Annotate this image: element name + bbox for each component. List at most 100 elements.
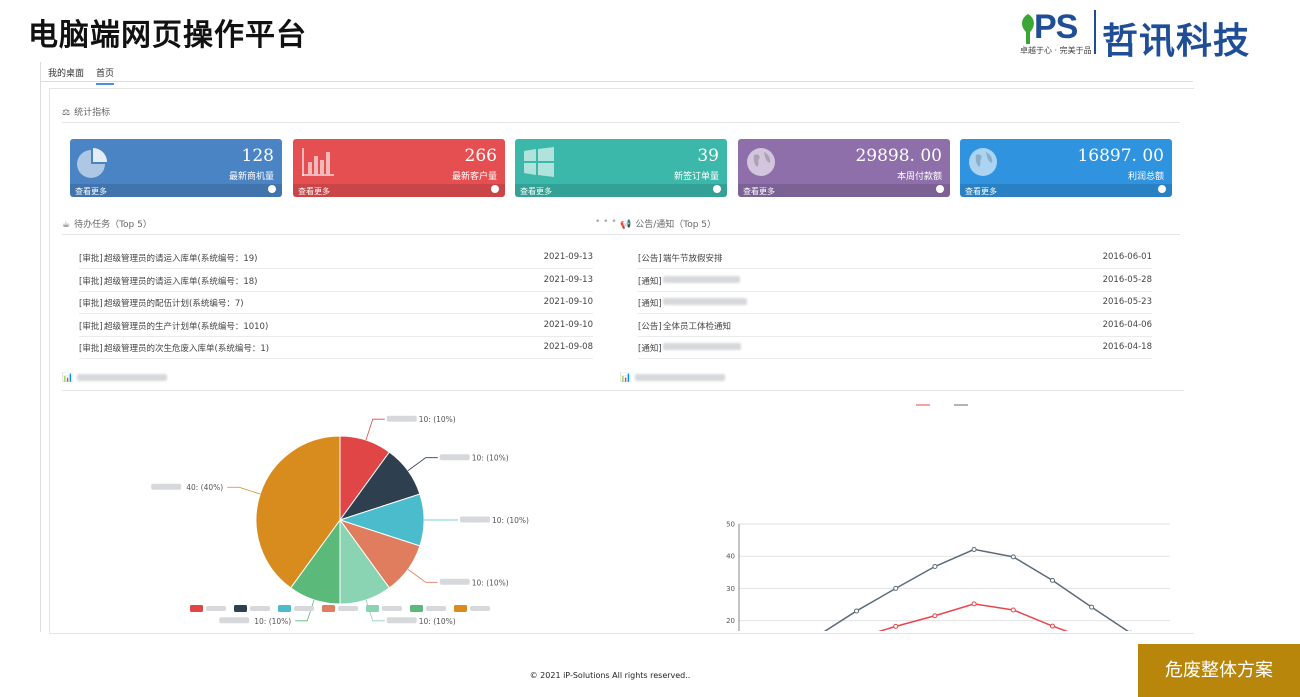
blurred-text [439, 454, 470, 461]
stat-value: 16897. 00 [1077, 146, 1164, 166]
tasks-row[interactable]: [审批] 超级管理员的请运入库单(系统编号：19) 2021-09-13 [79, 246, 593, 269]
notices-row[interactable]: [通知] 2016-04-18 [638, 336, 1152, 359]
legend-label-blurred [294, 606, 314, 611]
arrow-right-icon: ➜ [1158, 185, 1166, 193]
blurred-text [386, 617, 417, 624]
notices-title[interactable]: 全体员工体检通知 [663, 320, 731, 332]
tasks-title[interactable]: 超级管理员的请运入库单(系统编号：18) [104, 275, 257, 287]
data-point[interactable] [893, 623, 899, 629]
solution-badge[interactable]: 危废整体方案 [1138, 644, 1300, 697]
tasks-tag: [审批] [79, 254, 103, 264]
arrow-right-icon: ➜ [491, 185, 499, 193]
drag-handle[interactable]: • • • [595, 217, 617, 227]
stat-card-payments: 29898. 00 本周付款额 查看更多 ➜ [738, 139, 950, 197]
notices-tag: [通知] [638, 276, 662, 287]
legend-label-blurred [250, 606, 270, 611]
megaphone-icon: 📢 [620, 220, 632, 230]
data-point[interactable] [1089, 604, 1095, 610]
legend-swatch[interactable] [322, 605, 335, 612]
notices-date: 2016-06-01 [1102, 252, 1152, 262]
tasks-row[interactable]: [审批] 超级管理员的请运入库单(系统编号：18) 2021-09-13 [79, 269, 593, 292]
y-tick-label: 50 [726, 521, 735, 529]
view-more-link[interactable]: 查看更多 ➜ [960, 184, 1172, 197]
notices-row[interactable]: [公告] 全体员工体检通知 2016-04-06 [638, 314, 1152, 337]
view-more-link[interactable]: 查看更多 ➜ [70, 184, 282, 197]
bar-chart-icon [302, 148, 334, 176]
notices-row[interactable]: [公告] 端午节放假安排 2016-06-01 [638, 246, 1152, 269]
pie-chart-icon [77, 148, 107, 178]
stat-card-orders: 39 新签订单量 查看更多 ➜ [515, 139, 727, 197]
globe-icon [747, 148, 775, 176]
notices-row[interactable]: [通知] 2016-05-23 [638, 291, 1152, 314]
stats-section-title: ⚖ 统计指标 [62, 108, 111, 118]
legend-swatch[interactable] [410, 605, 423, 612]
stat-label: 新签订单量 [673, 172, 719, 182]
legend-label-blurred [426, 606, 446, 611]
view-more-link[interactable]: 查看更多 ➜ [738, 184, 950, 197]
legend-swatch[interactable] [278, 605, 291, 612]
data-point[interactable] [1049, 577, 1055, 583]
tasks-date: 2021-09-10 [543, 297, 593, 307]
legend-label-blurred [338, 606, 358, 611]
arrow-right-icon: ➜ [268, 185, 276, 193]
tasks-title[interactable]: 超级管理员的请运入库单(系统编号：19) [104, 252, 257, 264]
data-point[interactable] [971, 546, 977, 552]
notices-date: 2016-05-23 [1102, 297, 1152, 307]
series-line [823, 548, 1129, 631]
tasks-tag: [审批] [79, 344, 103, 354]
app-screenshot: 我的桌面 首页 ⚖ 统计指标 128 最新商机量 查看更多 ➜ 266 最新客户… [40, 62, 1194, 634]
notices-row[interactable]: [通知] 2016-05-28 [638, 269, 1152, 292]
stat-value: 29898. 00 [855, 146, 942, 166]
notices-title[interactable] [663, 297, 747, 307]
data-point[interactable] [854, 608, 860, 614]
data-point[interactable] [971, 601, 977, 607]
legend-swatch[interactable] [190, 605, 203, 612]
tasks-title[interactable]: 超级管理员的次生危废入库单(系统编号：1) [104, 342, 269, 354]
logo-tagline: 卓越于心 · 完美于品 [1020, 46, 1092, 55]
notices-title[interactable] [663, 275, 740, 285]
data-point[interactable] [893, 585, 899, 591]
data-point[interactable] [1010, 607, 1016, 613]
chart-icon: 📊 [62, 373, 74, 383]
tasks-row[interactable]: [审批] 超级管理员的生产计划单(系统编号：1010) 2021-09-10 [79, 314, 593, 337]
pie-slice-label: 10: (10%) [254, 617, 291, 626]
data-point[interactable] [1010, 554, 1016, 560]
pie-slice-label: 10: (10%) [472, 454, 509, 463]
tab-bar: 我的桌面 首页 [41, 62, 1193, 85]
legend-swatch[interactable] [454, 605, 467, 612]
tab-my-desktop[interactable]: 我的桌面 [48, 66, 84, 79]
chart-icon: 📊 [620, 373, 632, 383]
tasks-title[interactable]: 超级管理员的生产计划单(系统编号：1010) [104, 320, 268, 332]
view-more-link[interactable]: 查看更多 ➜ [515, 184, 727, 197]
pie-slice-label: 10: (10%) [492, 516, 529, 525]
tasks-title[interactable]: 超级管理员的配伍计划(系统编号：7) [104, 297, 244, 309]
notices-tag: [公告] [638, 254, 662, 264]
pie-label-line [407, 457, 438, 471]
tasks-row[interactable]: [审批] 超级管理员的次生危废入库单(系统编号：1) 2021-09-08 [79, 336, 593, 359]
data-point[interactable] [932, 613, 938, 619]
company-logo: PS 卓越于心 · 完美于品 哲讯科技 [1018, 8, 1288, 62]
stat-value: 266 [464, 146, 497, 166]
pie-slice-label: 10: (10%) [419, 617, 456, 626]
tasks-row[interactable]: [审批] 超级管理员的配伍计划(系统编号：7) 2021-09-10 [79, 291, 593, 314]
view-more-link[interactable]: 查看更多 ➜ [293, 184, 505, 197]
pie-label-line [407, 569, 438, 583]
scale-icon: ⚖ [62, 108, 71, 118]
stat-value: 128 [241, 146, 274, 166]
data-point[interactable] [932, 564, 938, 570]
company-name: 哲讯科技 [1102, 21, 1251, 62]
tab-home[interactable]: 首页 [96, 66, 115, 85]
y-tick-label: 40 [726, 553, 735, 561]
line-chart: 010203040501月2月3月4月5月6月7月8月9月10月11月12月预算… [726, 404, 1170, 631]
notices-tag: [通知] [638, 299, 662, 309]
data-point[interactable] [1049, 623, 1055, 629]
globe-icon [969, 148, 997, 176]
tasks-tag: [审批] [79, 276, 103, 287]
notices-title[interactable] [663, 342, 741, 352]
legend-swatch[interactable] [366, 605, 379, 612]
logo-divider [1094, 10, 1096, 54]
blurred-text [460, 516, 490, 523]
notices-title[interactable]: 端午节放假安排 [663, 252, 723, 264]
legend-swatch[interactable] [234, 605, 247, 612]
notices-tag: [通知] [638, 344, 662, 354]
